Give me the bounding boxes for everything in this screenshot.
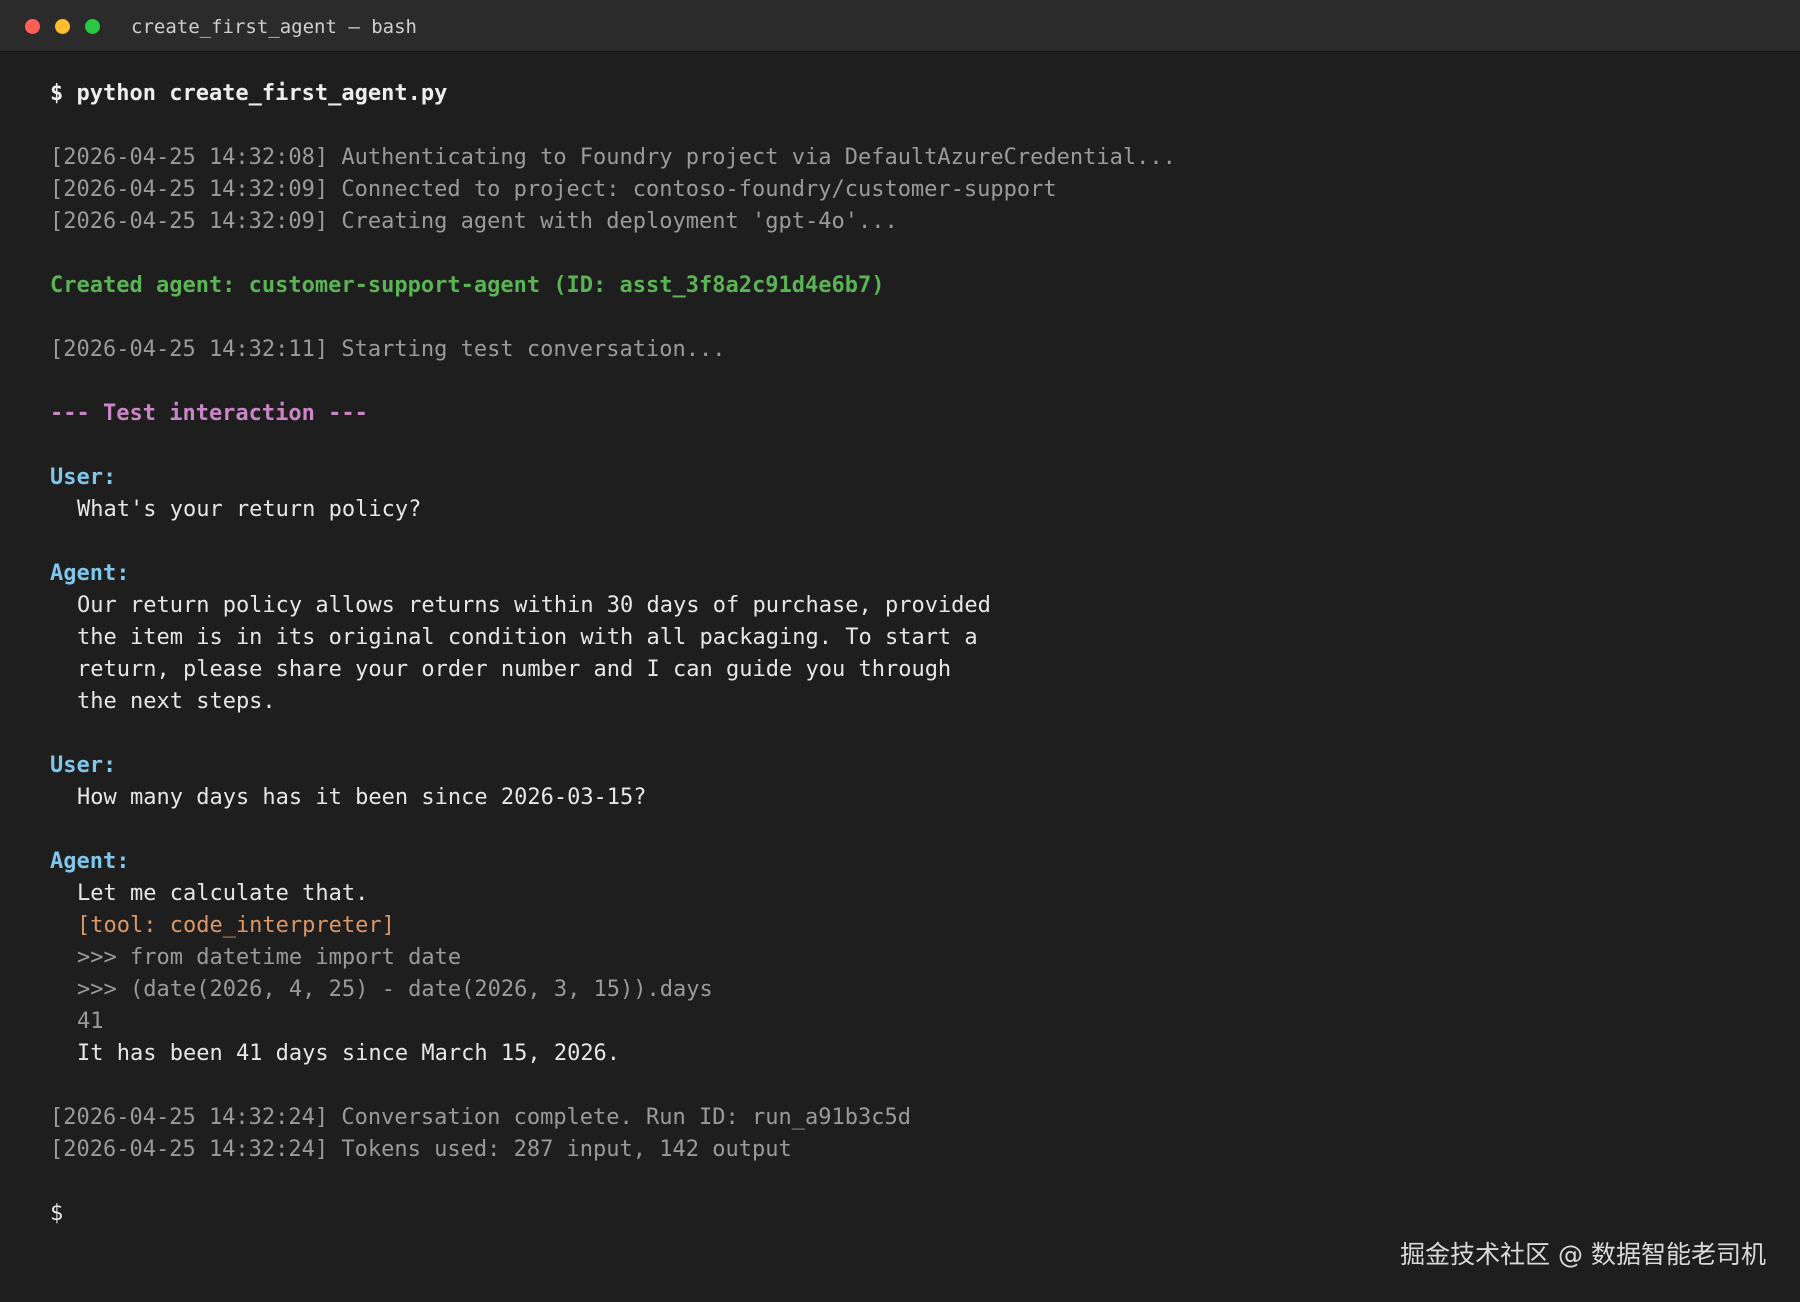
code-line: >>> (date(2026, 4, 25) - date(2026, 3, 1…	[77, 977, 713, 1002]
maximize-window-button[interactable]	[85, 19, 100, 34]
created-agent-message: Created agent: customer-support-agent (I…	[50, 273, 885, 298]
agent-message-line: Let me calculate that.	[77, 881, 369, 906]
speaker-label-user: User:	[50, 465, 117, 490]
log-line-tokens: [2026-04-25 14:32:24] Tokens used: 287 i…	[50, 1137, 792, 1162]
log-line-complete: [2026-04-25 14:32:24] Conversation compl…	[50, 1105, 911, 1130]
section-heading: --- Test interaction ---	[50, 401, 368, 426]
agent-message-line: Our return policy allows returns within …	[77, 593, 991, 618]
code-output-line: 41	[77, 1009, 104, 1034]
log-line-connected: [2026-04-25 14:32:09] Connected to proje…	[50, 177, 1057, 202]
user-message: How many days has it been since 2026-03-…	[77, 785, 647, 810]
terminal-window: create_first_agent — bash $ python creat…	[0, 0, 1800, 1302]
speaker-label-user: User:	[50, 753, 117, 778]
command-line: $ python create_first_agent.py	[50, 81, 448, 106]
tool-call-label: [tool: code_interpreter]	[77, 913, 395, 938]
user-message: What's your return policy?	[77, 497, 422, 522]
close-window-button[interactable]	[25, 19, 40, 34]
minimize-window-button[interactable]	[55, 19, 70, 34]
speaker-label-agent: Agent:	[50, 849, 130, 874]
log-line-creating: [2026-04-25 14:32:09] Creating agent wit…	[50, 209, 898, 234]
log-line-test-start: [2026-04-25 14:32:11] Starting test conv…	[50, 337, 726, 362]
agent-message-line: the item is in its original condition wi…	[77, 625, 978, 650]
log-line-auth: [2026-04-25 14:32:08] Authenticating to …	[50, 145, 1176, 170]
watermark: 掘金技术社区 @ 数据智能老司机	[1400, 1240, 1766, 1269]
window-title: create_first_agent — bash	[131, 16, 417, 38]
terminal-output[interactable]: $ python create_first_agent.py [2026-04-…	[50, 78, 1750, 1230]
agent-message-line: return, please share your order number a…	[77, 657, 952, 682]
agent-message-line: the next steps.	[77, 689, 276, 714]
code-line: >>> from datetime import date	[77, 945, 462, 970]
shell-prompt[interactable]: $	[50, 1198, 1750, 1230]
speaker-label-agent: Agent:	[50, 561, 130, 586]
title-bar: create_first_agent — bash	[0, 0, 1800, 52]
agent-answer-line: It has been 41 days since March 15, 2026…	[77, 1041, 621, 1066]
